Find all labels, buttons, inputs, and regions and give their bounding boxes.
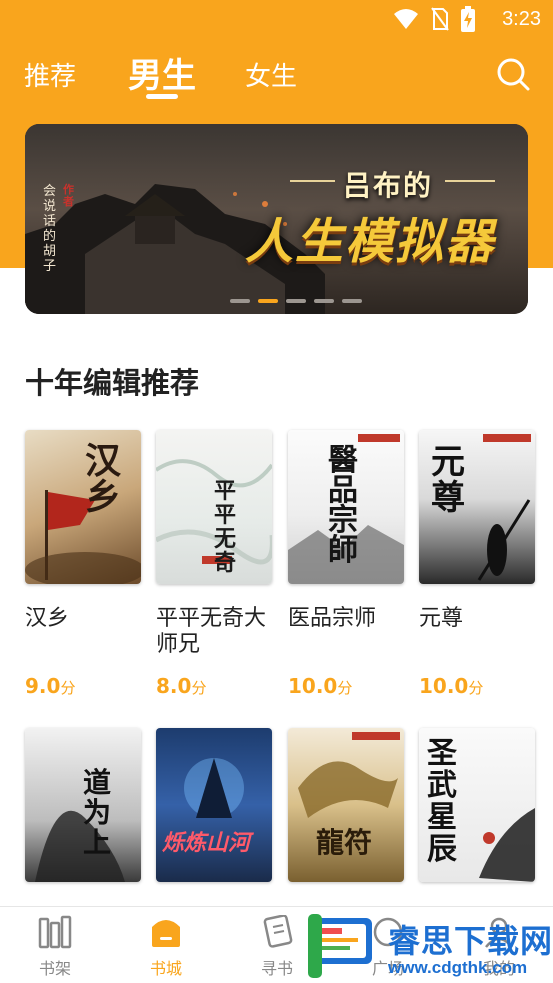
book-title: 医品宗师 — [288, 606, 377, 631]
book-cover[interactable]: 道为上 — [25, 728, 141, 882]
no-sim-icon — [431, 7, 449, 31]
pagination-dot[interactable] — [314, 299, 334, 303]
tab-female[interactable]: 女生 — [245, 56, 297, 93]
search-icon[interactable] — [495, 56, 531, 92]
nav-label: 书架 — [38, 959, 71, 978]
book-score: 10.0分 — [288, 674, 352, 698]
nav-label: 书城 — [149, 959, 182, 978]
tab-indicator — [146, 94, 178, 99]
book-cover[interactable]: 圣武星辰 — [419, 728, 535, 882]
tab-recommend[interactable]: 推荐 — [24, 56, 76, 93]
cover-title: 平平无奇 — [214, 479, 237, 576]
cover-title: 烁炼山河 — [162, 831, 251, 856]
nav-label: 寻书 — [260, 959, 293, 978]
score-unit: 分 — [191, 679, 207, 697]
book-title: 汉乡 — [25, 606, 70, 631]
promo-banner[interactable]: 会说话的胡子 作者 吕布的 人生模拟器 — [25, 124, 528, 314]
book-title: 平平无奇大师兄 — [156, 606, 267, 657]
score-unit: 分 — [468, 679, 484, 697]
watermark: 睿思下载网 www.cdgthk.com — [308, 912, 553, 983]
cover-title: 元尊 — [431, 442, 465, 518]
score-unit: 分 — [337, 679, 353, 697]
book-score: 10.0分 — [419, 674, 483, 698]
cover-art — [184, 758, 244, 818]
book-score: 9.0分 — [25, 674, 75, 698]
book-title: 元尊 — [419, 606, 464, 631]
wifi-icon — [394, 9, 418, 29]
book-cover[interactable]: 汉乡 — [25, 430, 141, 584]
book-cover[interactable]: 醫品宗師 — [288, 430, 404, 584]
watermark-name: 睿思下载网 — [388, 922, 553, 960]
nav-find-book[interactable]: 寻书 — [237, 915, 317, 979]
cover-title: 汉乡 — [85, 441, 122, 518]
watermark-logo-icon — [308, 914, 372, 978]
nav-bookstore[interactable]: 书城 — [126, 915, 206, 979]
pagination-dot[interactable] — [286, 299, 306, 303]
watermark-url: www.cdgthk.com — [388, 958, 528, 977]
find-book-icon — [263, 915, 293, 948]
top-nav: 推荐 男生 女生 — [0, 40, 553, 110]
battery-charging-icon — [461, 6, 475, 32]
cover-title: 龍符 — [316, 826, 373, 859]
book-cover[interactable]: 龍符 — [288, 728, 404, 882]
section-title: 十年编辑推荐 — [25, 366, 200, 400]
score-value: 10.0 — [419, 674, 469, 698]
book-cover[interactable]: 平平无奇 — [156, 430, 272, 584]
book-cover[interactable]: 烁炼山河 — [156, 728, 272, 882]
bookshelf-icon — [38, 915, 72, 949]
pagination-dot-active[interactable] — [258, 299, 278, 303]
status-bar: 3:23 — [0, 0, 553, 38]
book-cover[interactable]: 元尊 — [419, 430, 535, 584]
banner-divider-left — [290, 180, 335, 182]
banner-pagination — [230, 299, 362, 303]
banner-seal: 作者 — [63, 183, 74, 208]
banner-title-line2: 人生模拟器 — [245, 214, 496, 270]
score-value: 10.0 — [288, 674, 338, 698]
book-score: 8.0分 — [156, 674, 206, 698]
score-value: 8.0 — [156, 674, 192, 698]
cover-title: 圣武星辰 — [427, 736, 457, 867]
score-unit: 分 — [60, 679, 76, 697]
bookstore-icon — [152, 920, 180, 947]
tab-male[interactable]: 男生 — [128, 48, 196, 97]
cover-title: 道为上 — [83, 766, 112, 859]
status-time: 3:23 — [502, 8, 541, 30]
nav-bookshelf[interactable]: 书架 — [15, 915, 95, 979]
banner-author: 会说话的胡子 — [43, 184, 57, 274]
cover-title: 醫品宗師 — [328, 443, 358, 568]
score-value: 9.0 — [25, 674, 61, 698]
pagination-dot[interactable] — [342, 299, 362, 303]
banner-title-line1: 吕布的 — [343, 169, 434, 202]
banner-divider-right — [445, 180, 495, 182]
pagination-dot[interactable] — [230, 299, 250, 303]
